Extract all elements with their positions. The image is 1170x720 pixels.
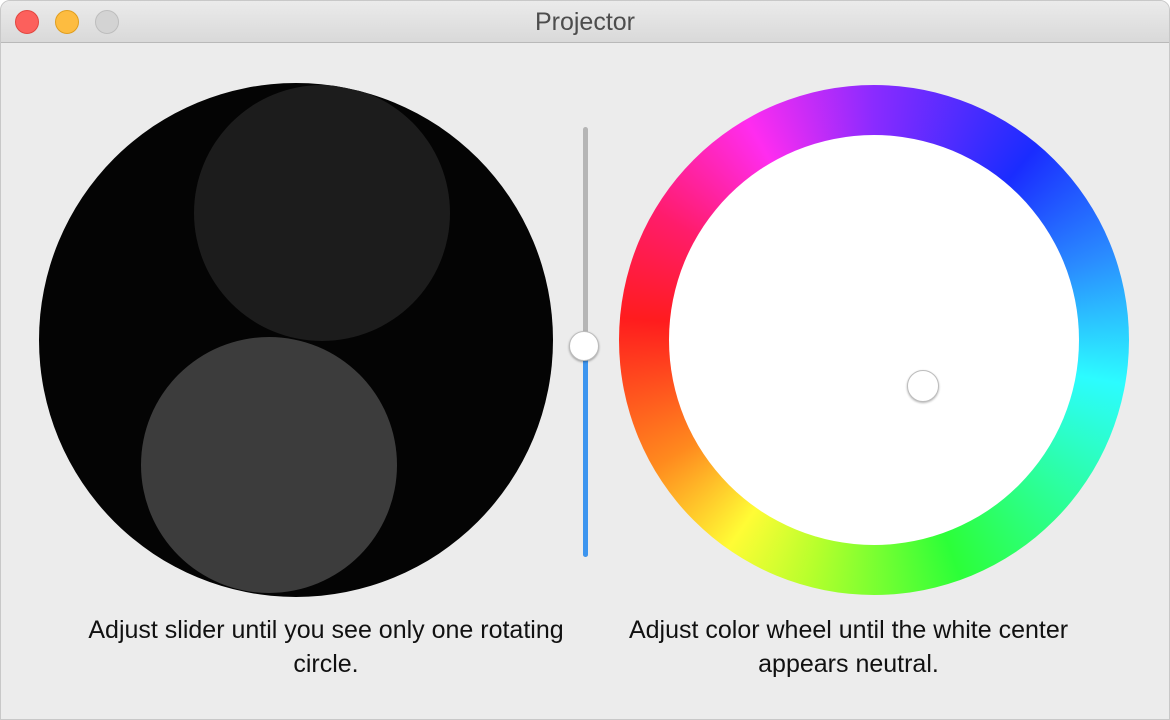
slider-thumb[interactable] xyxy=(569,331,599,362)
title-bar[interactable]: Projector xyxy=(1,1,1169,43)
color-wheel[interactable] xyxy=(619,85,1129,595)
slider-instruction-text: Adjust slider until you see only one rot… xyxy=(88,616,564,678)
lower-circle xyxy=(141,337,397,593)
slider-fill xyxy=(583,346,588,557)
color-wheel-handle[interactable] xyxy=(907,370,939,402)
color-wheel-instruction-text: Adjust color wheel until the white cente… xyxy=(628,616,1069,678)
color-wheel-center[interactable] xyxy=(669,135,1079,545)
projector-window: Projector Adjust slider until you see on… xyxy=(0,0,1170,720)
adjustment-slider[interactable] xyxy=(569,125,601,561)
upper-circle xyxy=(194,85,450,341)
window-title: Projector xyxy=(534,8,636,36)
rotating-circle-preview xyxy=(39,83,553,597)
